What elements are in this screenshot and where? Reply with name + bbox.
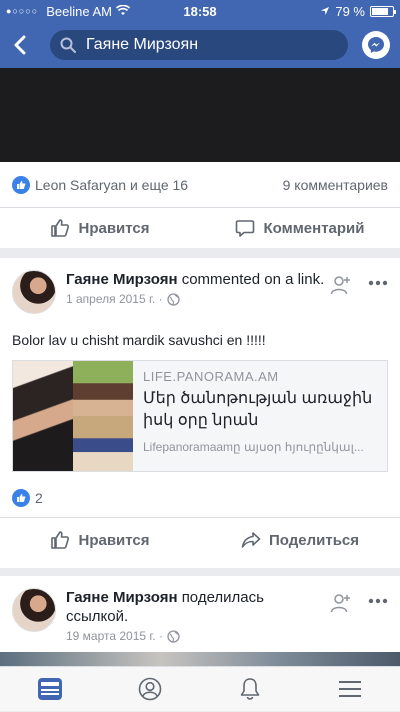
link-thumbnail[interactable] [13,361,133,471]
post-meta: 1 апреля 2015 г. · [66,292,330,306]
messenger-button[interactable] [362,31,390,59]
top-nav-bar [0,22,400,68]
messenger-icon [368,37,384,53]
link-description: Lifepanoramaamը այսօր հյուրընկալ... [143,440,364,454]
like-label: Нравится [78,219,150,237]
post-date[interactable]: 19 марта 2015 г. · [66,629,163,643]
like-button[interactable]: Нравится [0,530,200,550]
post-date[interactable]: 1 апреля 2015 г. · [66,292,163,306]
add-friend-icon[interactable] [330,274,352,296]
thumbs-up-icon [51,219,70,237]
post-header: Гаяне Мирзоян commented on a link. 1 апр… [0,258,400,326]
chevron-left-icon [14,35,26,55]
tab-menu[interactable] [300,667,400,712]
like-count[interactable]: 2 [35,490,43,506]
post-title: Гаяне Мирзоян commented on a link. [66,270,330,289]
menu-icon [339,681,361,697]
post-action-text: commented on a link. [181,271,325,288]
more-options-icon[interactable] [368,274,388,286]
globe-icon [167,629,180,643]
share-label: Поделиться [268,531,360,549]
post-stats: Leon Safaryan и еще 16 9 комментариев [0,162,400,208]
status-bar: ●○○○○ Beeline AM 18:58 79 % [0,0,400,22]
comment-label: Комментарий [263,219,365,237]
avatar[interactable] [12,270,56,314]
back-button[interactable] [8,30,32,60]
post-card: Leon Safaryan и еще 16 9 комментариев Нр… [0,162,400,248]
likers-link[interactable]: Leon Safaryan и еще 16 [35,177,188,193]
bell-icon [240,678,260,700]
like-badge-icon [12,488,30,507]
post-actions: Нравится Поделиться [0,518,400,562]
search-box[interactable] [50,30,348,60]
wifi-icon [115,4,131,19]
more-options-icon[interactable] [368,592,388,604]
avatar[interactable] [12,588,56,632]
post-card: Гаяне Мирзоян поделилась ссылкой. 19 мар… [0,576,400,666]
like-button[interactable]: Нравится [0,218,200,238]
author-name[interactable]: Гаяне Мирзоян [66,589,178,606]
tab-profile[interactable] [100,667,200,712]
battery-icon [370,5,396,17]
like-label: Нравится [78,531,150,549]
comment-icon [236,220,255,237]
battery-percent: 79 % [335,3,365,19]
signal-icon: ●○○○○ [6,6,39,16]
post-media[interactable] [0,652,400,666]
news-feed-icon [38,678,62,700]
share-icon [241,532,261,548]
globe-icon [166,292,180,306]
search-input[interactable] [86,36,326,54]
post-header: Гаяне Мирзоян поделилась ссылкой. 19 мар… [0,576,400,644]
post-media[interactable] [0,68,400,162]
tab-news-feed[interactable] [0,667,100,712]
share-button[interactable]: Поделиться [200,531,400,549]
search-icon [60,37,76,53]
like-badge-icon [12,175,30,194]
bottom-tab-bar [0,666,400,711]
link-preview[interactable]: LIFE.PANORAMA.AM Մեր ծանոթության առաջին … [12,360,388,472]
post-card: Гаяне Мирзоян commented on a link. 1 апр… [0,258,400,568]
author-name[interactable]: Гаяне Мирзоян [66,271,178,288]
comment-button[interactable]: Комментарий [200,218,400,238]
comments-count-link[interactable]: 9 комментариев [283,177,388,193]
post-meta: 19 марта 2015 г. · [66,629,330,643]
profile-icon [138,677,162,701]
link-title[interactable]: Մեր ծանոթության առաջին իսկ օրը նրան ամու… [143,388,377,432]
link-domain: LIFE.PANORAMA.AM [143,369,279,384]
thumbs-up-icon [51,531,70,549]
post-actions: Нравится Комментарий [0,208,400,248]
add-friend-icon[interactable] [330,592,352,614]
tab-notifications[interactable] [200,667,300,712]
location-icon [320,4,330,19]
post-title: Гаяне Мирзоян поделилась ссылкой. [66,588,330,626]
post-stats: 2 [0,478,400,518]
carrier-label: Beeline AM [46,3,112,19]
post-text: Bolor lav u chisht mardik savushci en !!… [12,332,266,348]
